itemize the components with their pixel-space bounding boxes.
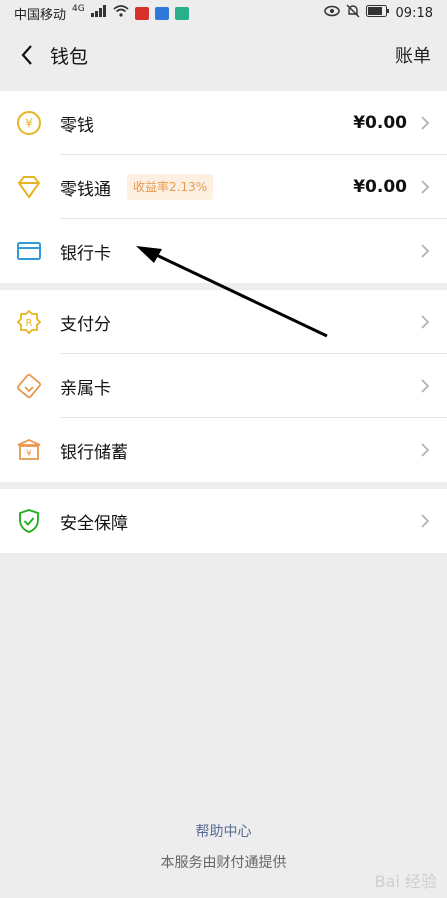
yield-rate-badge: 收益率2.13% xyxy=(127,174,214,200)
wallet-section: ¥ 零钱 ¥0.00 零钱通 收益率2.13% ¥0.00 银行卡 xyxy=(0,91,447,283)
chevron-right-icon xyxy=(419,178,431,196)
list-item-security[interactable]: 安全保障 xyxy=(0,489,447,553)
eye-icon xyxy=(323,5,340,21)
carrier-label: 中国移动 xyxy=(14,7,67,23)
list-item-pay-score[interactable]: R 支付分 xyxy=(0,290,447,354)
security-section: 安全保障 xyxy=(0,489,447,553)
item-label: 零钱 xyxy=(60,115,94,136)
chevron-right-icon xyxy=(419,114,431,132)
svg-text:¥: ¥ xyxy=(26,449,32,459)
signal-icon xyxy=(90,5,107,21)
coin-icon: ¥ xyxy=(16,110,42,136)
pay-score-icon: R xyxy=(16,309,42,335)
battery-icon xyxy=(365,5,390,21)
app-notification-icon xyxy=(174,6,189,20)
back-arrow-icon[interactable] xyxy=(16,44,38,66)
item-label: 银行储蓄 xyxy=(60,442,128,463)
bill-button[interactable]: 账单 xyxy=(395,42,431,68)
status-left: 中国移动 4G xyxy=(14,4,189,23)
bank-savings-icon: ¥ xyxy=(16,437,42,463)
shield-check-icon xyxy=(16,508,42,534)
navigation-bar: 钱包 账单 xyxy=(0,26,447,84)
network-label: 4G xyxy=(72,4,85,14)
help-center-link[interactable]: 帮助中心 xyxy=(0,821,447,841)
status-bar: 中国移动 4G 09:18 xyxy=(0,0,447,26)
bank-card-icon xyxy=(16,238,42,264)
app-notification-icon xyxy=(154,6,169,20)
item-label: 零钱通 xyxy=(60,179,111,200)
balance-value: ¥0.00 xyxy=(353,113,407,133)
page-title: 钱包 xyxy=(50,45,89,68)
diamond-icon xyxy=(16,174,42,200)
status-right: 09:18 xyxy=(323,4,433,22)
chevron-right-icon xyxy=(419,512,431,530)
family-card-icon xyxy=(16,373,42,399)
list-item-change[interactable]: ¥ 零钱 ¥0.00 xyxy=(0,91,447,155)
mute-bell-icon xyxy=(346,4,360,22)
app-notification-icon xyxy=(134,6,149,20)
chevron-right-icon xyxy=(419,441,431,459)
services-section: R 支付分 亲属卡 ¥ 银行储蓄 xyxy=(0,290,447,482)
list-item-bank-savings[interactable]: ¥ 银行储蓄 xyxy=(0,418,447,482)
item-label: 亲属卡 xyxy=(60,378,111,399)
chevron-right-icon xyxy=(419,242,431,260)
list-item-bank-card[interactable]: 银行卡 xyxy=(0,219,447,283)
chevron-right-icon xyxy=(419,377,431,395)
item-label: 支付分 xyxy=(60,314,111,335)
balance-value: ¥0.00 xyxy=(353,177,407,197)
list-item-lingqiantong[interactable]: 零钱通 收益率2.13% ¥0.00 xyxy=(0,155,447,219)
chevron-right-icon xyxy=(419,313,431,331)
list-item-family-card[interactable]: 亲属卡 xyxy=(0,354,447,418)
baidu-jingyan-watermark: Bai 经验 xyxy=(374,872,437,891)
item-label: 安全保障 xyxy=(60,513,128,534)
item-label: 银行卡 xyxy=(60,243,111,264)
wifi-icon xyxy=(113,5,129,21)
clock: 09:18 xyxy=(395,5,433,21)
svg-text:¥: ¥ xyxy=(25,117,33,131)
svg-text:R: R xyxy=(26,318,33,329)
